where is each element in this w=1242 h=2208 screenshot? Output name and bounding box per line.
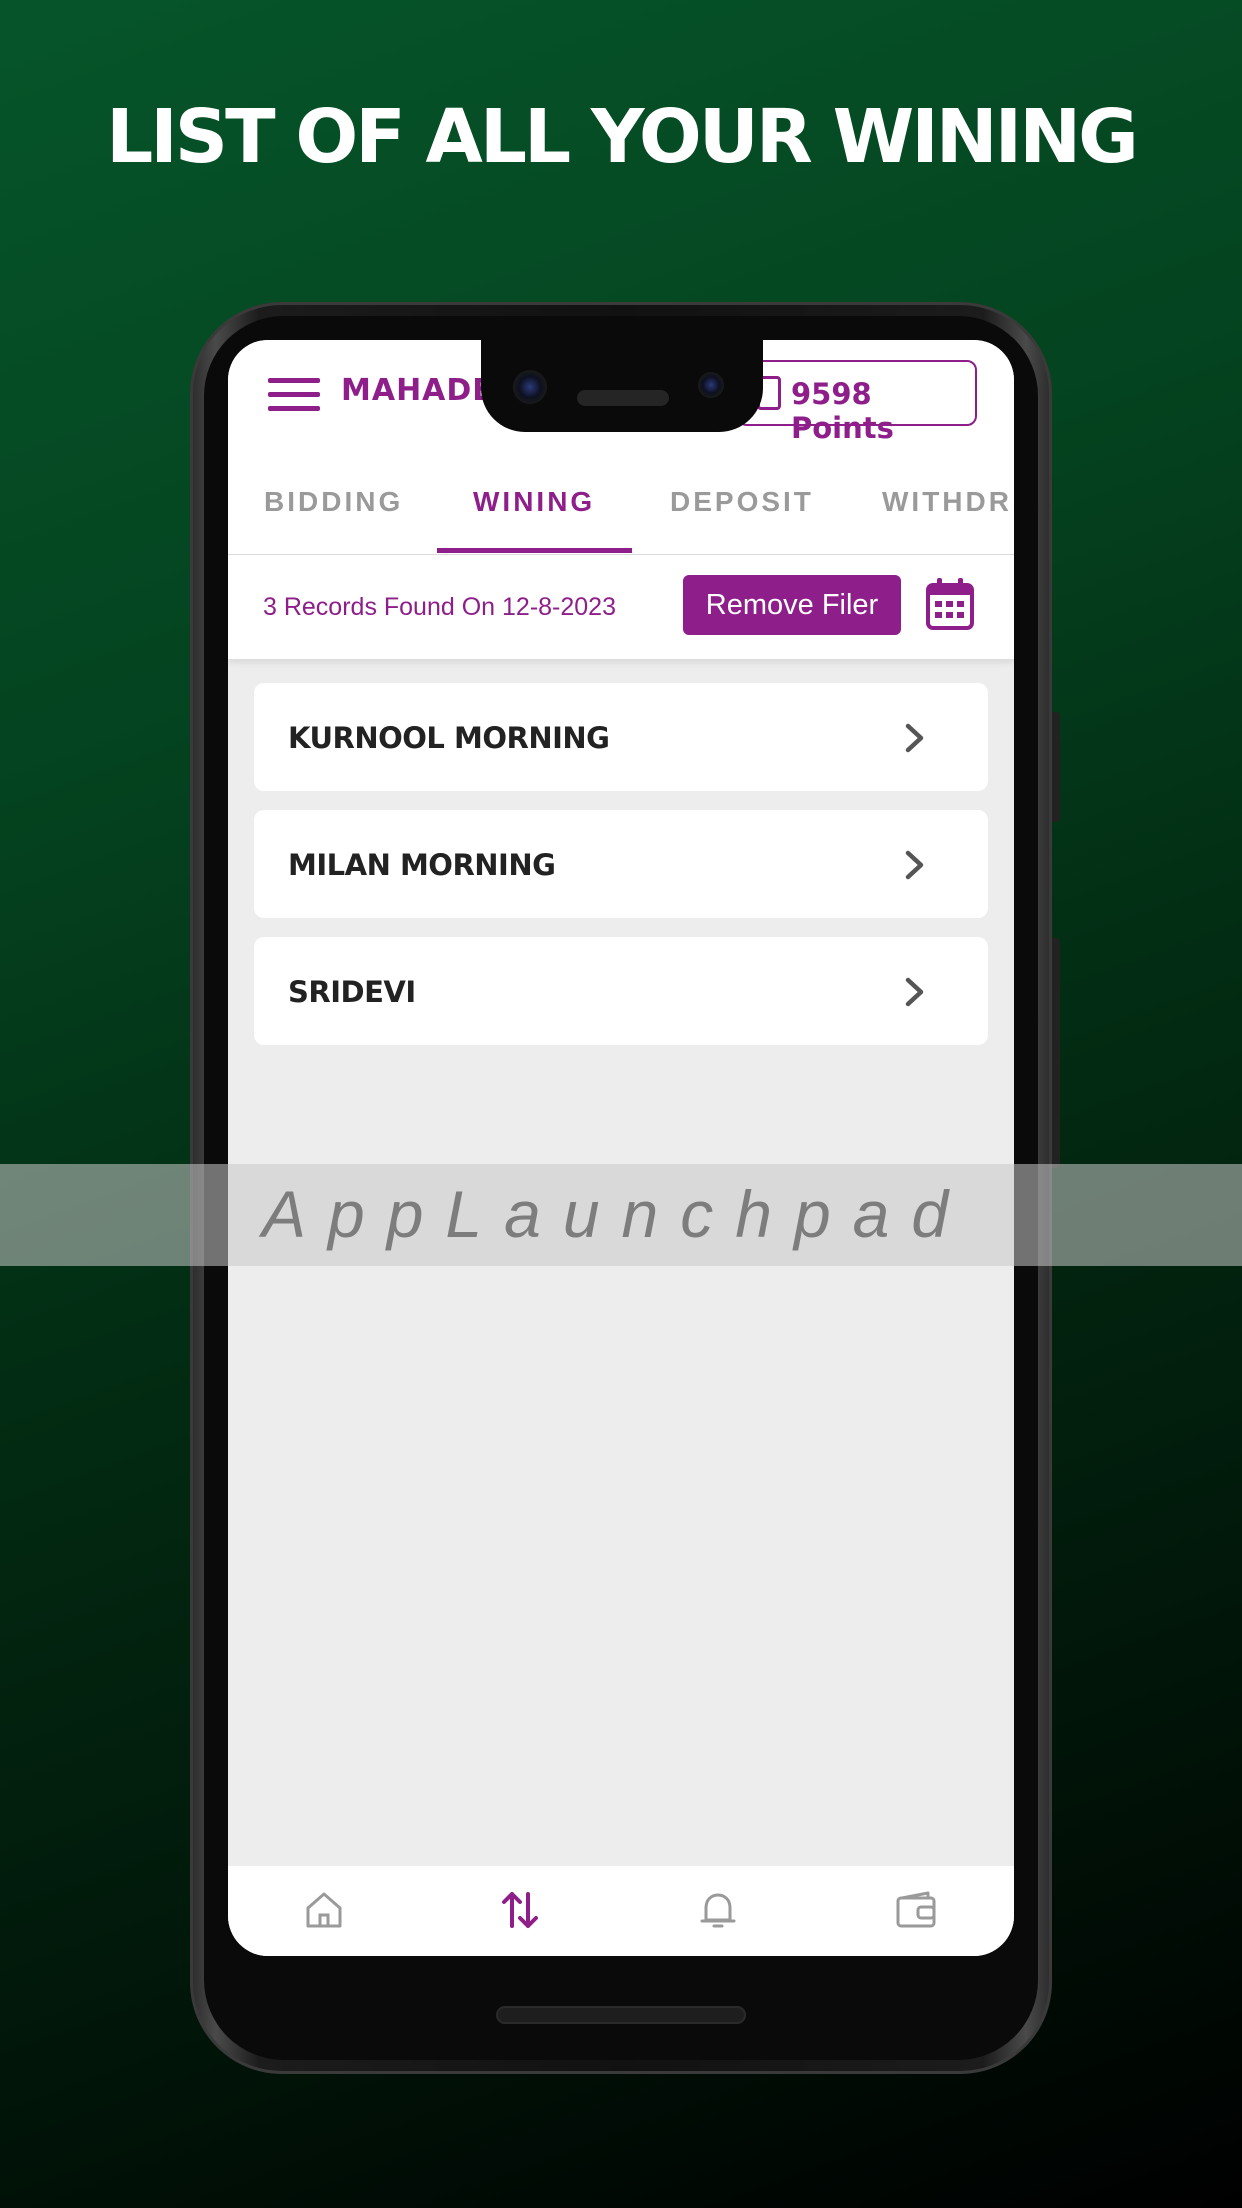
winning-item-label: MILAN MORNING bbox=[288, 848, 556, 882]
watermark-band: AppLaunchpad bbox=[0, 1164, 1242, 1266]
transfer-arrows-icon[interactable] bbox=[498, 1888, 542, 1932]
records-found-text: 3 Records Found On 12-8-2023 bbox=[263, 593, 616, 621]
volume-button bbox=[1052, 938, 1060, 1168]
watermark-text: AppLaunchpad bbox=[262, 1177, 971, 1251]
points-badge[interactable]: 9598 Points bbox=[737, 360, 977, 445]
app-screen: MAHADE 9598 Points BIDDING WINING DEPOSI… bbox=[228, 340, 1014, 1956]
winning-item-milan-morning[interactable]: MILAN MORNING bbox=[254, 810, 988, 918]
remove-filter-button[interactable]: Remove Filer bbox=[683, 575, 901, 635]
tab-bidding[interactable]: BIDDING bbox=[264, 486, 403, 518]
front-camera bbox=[513, 370, 547, 404]
hamburger-menu-icon[interactable] bbox=[268, 378, 320, 412]
bottom-speaker bbox=[496, 2006, 746, 2024]
tab-withdraw[interactable]: WITHDR bbox=[882, 486, 1012, 518]
filter-bar: 3 Records Found On 12-8-2023 Remove File… bbox=[228, 555, 1014, 659]
tab-deposit[interactable]: DEPOSIT bbox=[670, 486, 814, 518]
chevron-right-icon bbox=[905, 723, 924, 753]
earpiece-speaker bbox=[577, 390, 669, 406]
active-tab-indicator bbox=[437, 548, 632, 553]
wallet-icon[interactable] bbox=[894, 1888, 938, 1932]
points-value: 9598 Points bbox=[791, 377, 894, 445]
front-sensor bbox=[698, 372, 724, 398]
history-tabs: BIDDING WINING DEPOSIT WITHDR bbox=[228, 456, 1014, 555]
home-icon[interactable] bbox=[302, 1888, 346, 1932]
bell-icon[interactable] bbox=[696, 1888, 740, 1932]
winning-item-label: KURNOOL MORNING bbox=[288, 721, 610, 755]
winning-item-kurnool-morning[interactable]: KURNOOL MORNING bbox=[254, 683, 988, 791]
tab-wining[interactable]: WINING bbox=[473, 486, 595, 518]
chevron-right-icon bbox=[905, 977, 924, 1007]
chevron-right-icon bbox=[905, 850, 924, 880]
bottom-navigation bbox=[228, 1866, 1014, 1956]
calendar-icon[interactable] bbox=[925, 577, 975, 631]
app-brand: MAHADE bbox=[341, 373, 494, 408]
headline: LIST OF ALL YOUR WINING bbox=[106, 94, 1139, 180]
winning-item-label: SRIDEVI bbox=[288, 975, 416, 1009]
power-button bbox=[1052, 712, 1060, 822]
winning-item-sridevi[interactable]: SRIDEVI bbox=[254, 937, 988, 1045]
